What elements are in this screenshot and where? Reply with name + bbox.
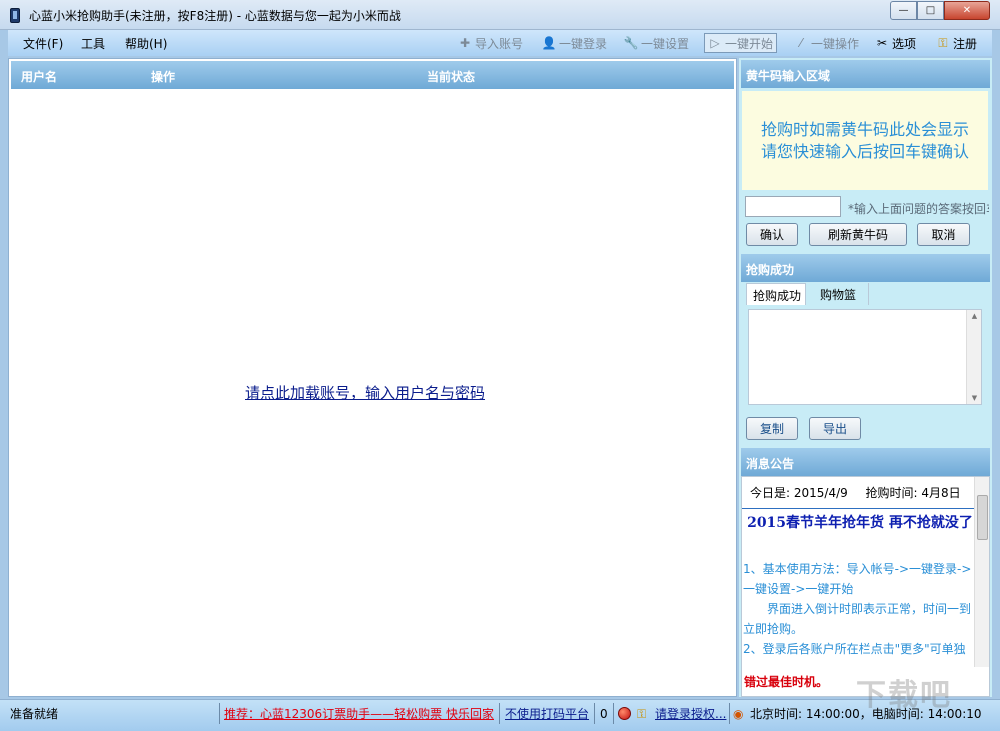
- close-button[interactable]: ✕: [944, 1, 990, 20]
- tab-cart[interactable]: 购物篮: [814, 283, 869, 305]
- refresh-code-button[interactable]: 刷新黄牛码: [809, 223, 907, 246]
- one-click-operate-button[interactable]: ⁄ 一键操作: [791, 33, 862, 53]
- notice-scroll-thumb[interactable]: [977, 495, 988, 540]
- column-username[interactable]: 用户名: [21, 68, 57, 85]
- menu-tools[interactable]: 工具: [81, 35, 105, 52]
- scalper-prompt-line2: 请您快速输入后按回车键确认: [760, 142, 969, 161]
- play-icon: ▷: [710, 36, 720, 50]
- notice-line: 2、登录后各账户所在栏点击"更多"可单独: [743, 642, 966, 656]
- success-scrollbar[interactable]: ▲ ▼: [966, 310, 981, 404]
- app-window: 心蓝小米抢购助手(未注册，按F8注册) - 心蓝数据与您一起为小米而战 — □ …: [0, 0, 1000, 731]
- status-red-dot-icon: [618, 705, 631, 723]
- user-icon: 👤: [541, 36, 557, 50]
- status-bar: 准备就绪 推荐：心蓝12306订票助手——轻松购票 快乐回家 不使用打码平台 0…: [0, 699, 1000, 731]
- scroll-up-icon[interactable]: ▲: [967, 312, 982, 320]
- watermark-logo: 下载吧: [856, 678, 952, 713]
- import-account-label: 导入账号: [475, 36, 524, 51]
- notice-scrollbar[interactable]: [974, 477, 989, 667]
- tools-icon: ✂: [876, 36, 888, 50]
- menu-toolbar: 文件(F) 工具 帮助(H) ✚ 导入账号 👤 一键登录 🔧 一键设置 ▷ 一键…: [8, 30, 992, 56]
- notice-divider: [742, 508, 974, 509]
- status-separator: [729, 703, 730, 724]
- status-separator: [219, 703, 220, 724]
- notice-panel: 今日是: 2015/4/9 抢购时间: 4月8日 2015春节羊年抢年货 再不抢…: [741, 476, 990, 697]
- date-row: 今日是: 2015/4/9 抢购时间: 4月8日: [750, 484, 961, 501]
- one-click-start-button[interactable]: ▷ 一键开始: [704, 33, 778, 53]
- copy-button[interactable]: 复制: [746, 417, 798, 440]
- register-button[interactable]: ⚿ 注册: [933, 33, 980, 53]
- import-account-button[interactable]: ✚ 导入账号: [455, 33, 526, 53]
- scalper-code-hint: *输入上面问题的答案按回车: [848, 202, 989, 216]
- notice-heading: 消息公告: [741, 448, 990, 476]
- success-list[interactable]: ▲ ▼: [748, 309, 982, 405]
- status-count: 0: [600, 707, 608, 721]
- one-click-settings-label: 一键设置: [641, 36, 690, 51]
- column-status[interactable]: 当前状态: [427, 68, 475, 85]
- login-auth-link[interactable]: 请登录授权...: [655, 705, 726, 723]
- register-label: 注册: [953, 36, 978, 51]
- scalper-code-heading: 黄牛码输入区域: [741, 60, 990, 88]
- one-click-start-label: 一键开始: [725, 36, 774, 51]
- notice-line: 界面进入倒计时即表示正常，时间一到立即抢购。: [743, 602, 972, 636]
- grid-header: 用户名 操作 当前状态: [11, 61, 734, 89]
- options-label: 选项: [892, 36, 917, 51]
- one-click-login-button[interactable]: 👤 一键登录: [539, 33, 610, 53]
- notice-body: 1、基本使用方法：导入帐号->一键登录->一键设置->一键开始 界面进入倒计时即…: [743, 559, 975, 659]
- notice-red-note: 错过最佳时机。: [744, 675, 829, 689]
- wrench-icon: 🔧: [623, 36, 639, 50]
- scroll-down-icon[interactable]: ▼: [967, 394, 982, 402]
- cancel-button[interactable]: 取消: [917, 223, 970, 246]
- one-click-operate-label: 一键操作: [811, 36, 860, 51]
- promo-link[interactable]: 推荐：心蓝12306订票助手——轻松购票 快乐回家: [224, 705, 494, 723]
- tab-purchase-success[interactable]: 抢购成功: [746, 283, 806, 305]
- status-ready: 准备就绪: [10, 707, 59, 721]
- notice-line: 1、基本使用方法：导入帐号->一键登录->一键设置->一键开始: [743, 562, 972, 596]
- export-button[interactable]: 导出: [809, 417, 861, 440]
- clock-icon: ◉: [733, 707, 744, 721]
- window-title: 心蓝小米抢购助手(未注册，按F8注册) - 心蓝数据与您一起为小米而战: [29, 9, 401, 23]
- menu-help[interactable]: 帮助(H): [125, 35, 167, 52]
- account-grid: 用户名 操作 当前状态 请点此加载账号，输入用户名与密码: [8, 58, 737, 697]
- plus-icon: ✚: [459, 36, 471, 50]
- scalper-code-display: 抢购时如需黄牛码此处会显示 请您快速输入后按回车键确认: [742, 91, 988, 190]
- title-bar: 心蓝小米抢购助手(未注册，按F8注册) - 心蓝数据与您一起为小米而战 — □ …: [0, 0, 1000, 30]
- right-panel: 黄牛码输入区域 抢购时如需黄牛码此处会显示 请您快速输入后按回车键确认 *输入上…: [739, 58, 992, 697]
- confirm-button[interactable]: 确认: [746, 223, 798, 246]
- auth-key-icon: ⚿: [637, 707, 647, 721]
- wand-icon: ⁄: [799, 36, 802, 50]
- notice-title: 2015春节羊年抢年货 再不抢就没了: [747, 515, 973, 531]
- maximize-button[interactable]: □: [917, 1, 944, 20]
- buy-time-value: 4月8日: [921, 486, 961, 500]
- key-icon: ⚿: [938, 35, 948, 50]
- scalper-code-input[interactable]: [745, 196, 841, 217]
- scalper-prompt-line1: 抢购时如需黄牛码此处会显示: [760, 120, 969, 139]
- purchase-success-heading: 抢购成功: [741, 254, 990, 282]
- minimize-button[interactable]: —: [890, 1, 917, 20]
- options-button[interactable]: ✂ 选项: [872, 33, 919, 53]
- one-click-login-label: 一键登录: [559, 36, 608, 51]
- one-click-settings-button[interactable]: 🔧 一键设置: [621, 33, 692, 53]
- status-separator: [499, 703, 500, 724]
- today-label: 今日是:: [750, 486, 791, 500]
- captcha-platform-link[interactable]: 不使用打码平台: [505, 705, 589, 723]
- buy-time-label: 抢购时间:: [865, 486, 918, 500]
- status-separator: [594, 703, 595, 724]
- status-separator: [613, 703, 614, 724]
- column-action[interactable]: 操作: [151, 68, 175, 85]
- load-accounts-link[interactable]: 请点此加载账号，输入用户名与密码: [245, 382, 485, 403]
- today-value: 2015/4/9: [793, 486, 848, 500]
- menu-file[interactable]: 文件(F): [23, 35, 63, 52]
- phone-app-icon: [10, 8, 20, 23]
